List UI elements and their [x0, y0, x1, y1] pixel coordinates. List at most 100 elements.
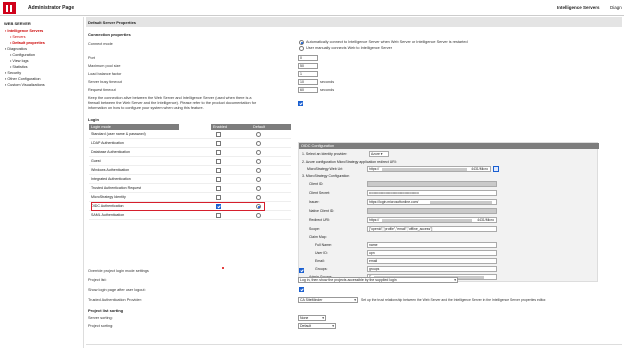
project-list-select[interactable]: Log in, then show the projects accessibl…	[298, 277, 458, 283]
enabled-checkbox[interactable]	[216, 159, 221, 164]
footer-divider	[86, 344, 622, 345]
sidebar-heading: WEB SERVER	[4, 21, 31, 26]
connect-mode-manual-label: User manually connects Web to Intelligen…	[306, 46, 393, 50]
native-client-id-label: Native Client ID:	[309, 209, 335, 213]
sidebar-item-statistics[interactable]: • Statistics	[10, 65, 28, 69]
sidebar-item-configuration[interactable]: • Configuration	[10, 53, 35, 57]
page-title: Default Server Properties	[86, 17, 622, 27]
enabled-checkbox[interactable]	[216, 132, 221, 137]
default-radio[interactable]	[256, 150, 261, 155]
enabled-checkbox[interactable]	[216, 195, 221, 200]
port-input[interactable]: 0	[298, 55, 318, 61]
project-sort-select[interactable]: Default ▾	[298, 323, 336, 329]
sidebar-item-other-configuration[interactable]: ▪ Other Configuration	[5, 77, 41, 81]
mstr-config-label: 3. MicroStrategy Configuration	[302, 174, 350, 178]
connect-mode-auto-radio[interactable]	[299, 40, 304, 45]
app-title: Administrator Page	[28, 5, 75, 11]
busy-timeout-unit: seconds	[320, 80, 335, 84]
web-uri-input[interactable]: https:// 4431/Micro	[367, 166, 491, 172]
sidebar-item-custom-visualizations[interactable]: ▪ Custom Visualizations	[5, 83, 45, 87]
main-content: Default Server Properties Connection pro…	[86, 17, 622, 348]
native-client-id-input[interactable]	[367, 208, 497, 214]
issuer-label: Issuer:	[309, 200, 320, 204]
request-timeout-input[interactable]: 60	[298, 87, 318, 93]
oidc-highlight-box	[91, 202, 265, 211]
default-radio[interactable]	[256, 141, 261, 146]
connect-mode-manual-radio[interactable]	[299, 46, 304, 51]
client-id-label: Client ID:	[309, 182, 324, 186]
port-label: Port	[88, 56, 95, 60]
sidebar-item-intelligence-servers[interactable]: ▪ Intelligence Servers	[5, 29, 43, 33]
user-id-input[interactable]: upn	[367, 250, 497, 256]
project-list-label: Project list:	[88, 278, 107, 282]
max-pool-input[interactable]: 50	[298, 63, 318, 69]
full-name-label: Full Name:	[315, 243, 332, 247]
load-balance-input[interactable]: 1	[298, 71, 318, 77]
identity-provider-select[interactable]: Azure ▾	[369, 151, 389, 157]
trusted-provider-note: Set up the trust relationship between th…	[361, 298, 547, 302]
sidebar-item-default-properties[interactable]: • Default properties	[10, 41, 45, 45]
email-input[interactable]: email	[367, 258, 497, 264]
user-id-label: User ID:	[315, 251, 328, 255]
issuer-input[interactable]: https://login.microsoftonline.com/	[367, 199, 497, 205]
enabled-checkbox[interactable]	[216, 213, 221, 218]
red-marker	[222, 267, 224, 269]
copy-uri-icon[interactable]	[493, 166, 499, 172]
keep-alive-text-line1: Keep the connection alive between the We…	[88, 96, 252, 100]
connect-mode-auto-label: Automatically connect to Intelligence Se…	[306, 40, 468, 44]
load-balance-label: Load balance factor	[88, 72, 122, 76]
default-radio[interactable]	[256, 195, 261, 200]
sidebar-item-view-logs[interactable]: • View logs	[10, 59, 29, 63]
connection-properties-heading: Connection properties	[88, 32, 131, 37]
diagnostics-link[interactable]: Diagn	[610, 5, 622, 10]
project-sort-heading: Project list sorting	[88, 308, 124, 313]
trusted-provider-select[interactable]: CA SiteMinder ▾	[298, 297, 358, 303]
oidc-configuration-panel: OIDC Configuration 1. Select an Identity…	[298, 142, 599, 282]
enabled-checkbox[interactable]	[216, 150, 221, 155]
enabled-checkbox[interactable]	[216, 168, 221, 173]
issuer-redacted	[430, 201, 492, 204]
sidebar: WEB SERVER ▪ Intelligence Servers • Serv…	[0, 17, 84, 348]
default-radio[interactable]	[256, 177, 261, 182]
top-bar: Administrator Page Intelligence Servers …	[0, 0, 624, 16]
default-radio[interactable]	[256, 213, 261, 218]
chevron-down-icon: ▾	[354, 298, 356, 302]
scope-input[interactable]: ["openid","profile","email","offline_acc…	[367, 226, 497, 232]
scope-label: Scope:	[309, 227, 320, 231]
groups-label: Groups:	[315, 267, 328, 271]
show-login-checkbox[interactable]	[299, 287, 304, 292]
max-pool-label: Maximum pool size	[88, 64, 121, 68]
busy-timeout-label: Server busy timeout	[88, 80, 122, 84]
redirect-uri-input[interactable]: https:// 4431/Micro	[367, 217, 497, 223]
override-login-label: Override project login mode settings	[88, 269, 149, 273]
default-radio[interactable]	[256, 186, 261, 191]
client-secret-input[interactable]: ••••••••••••••••••••••••••••••••••••••••…	[367, 190, 497, 196]
full-name-input[interactable]: name	[367, 242, 497, 248]
server-sort-select[interactable]: None ▾	[298, 315, 326, 321]
web-uri-label: MicroStrategy Web Uri:	[307, 167, 344, 171]
sidebar-item-security[interactable]: ▪ Security	[5, 71, 21, 75]
default-radio[interactable]	[256, 168, 261, 173]
enabled-checkbox[interactable]	[216, 186, 221, 191]
client-id-input[interactable]	[367, 181, 497, 187]
chevron-down-icon: ▾	[454, 278, 456, 282]
keep-alive-checkbox[interactable]	[298, 101, 303, 106]
default-radio[interactable]	[256, 159, 261, 164]
chevron-down-icon: ▾	[322, 316, 324, 320]
azure-config-label: 2. Azure configuration MicroStrategy app…	[302, 160, 397, 164]
email-label: Email:	[315, 259, 325, 263]
intelligence-servers-link[interactable]: Intelligence Servers	[557, 5, 600, 10]
enabled-checkbox[interactable]	[216, 177, 221, 182]
sidebar-item-servers[interactable]: • Servers	[10, 35, 25, 39]
server-sort-label: Server sorting:	[88, 316, 113, 320]
sidebar-item-diagnostics[interactable]: ▪ Diagnostics	[5, 47, 27, 51]
default-radio[interactable]	[256, 132, 261, 137]
web-uri-redacted	[382, 168, 467, 171]
show-login-label: Show login page after user logout:	[88, 288, 146, 292]
enabled-checkbox[interactable]	[216, 141, 221, 146]
groups-input[interactable]: groups	[367, 266, 497, 272]
microstrategy-logo-icon[interactable]	[3, 2, 16, 14]
request-timeout-unit: seconds	[320, 88, 335, 92]
override-login-checkbox[interactable]	[299, 268, 304, 273]
busy-timeout-input[interactable]: 10	[298, 79, 318, 85]
